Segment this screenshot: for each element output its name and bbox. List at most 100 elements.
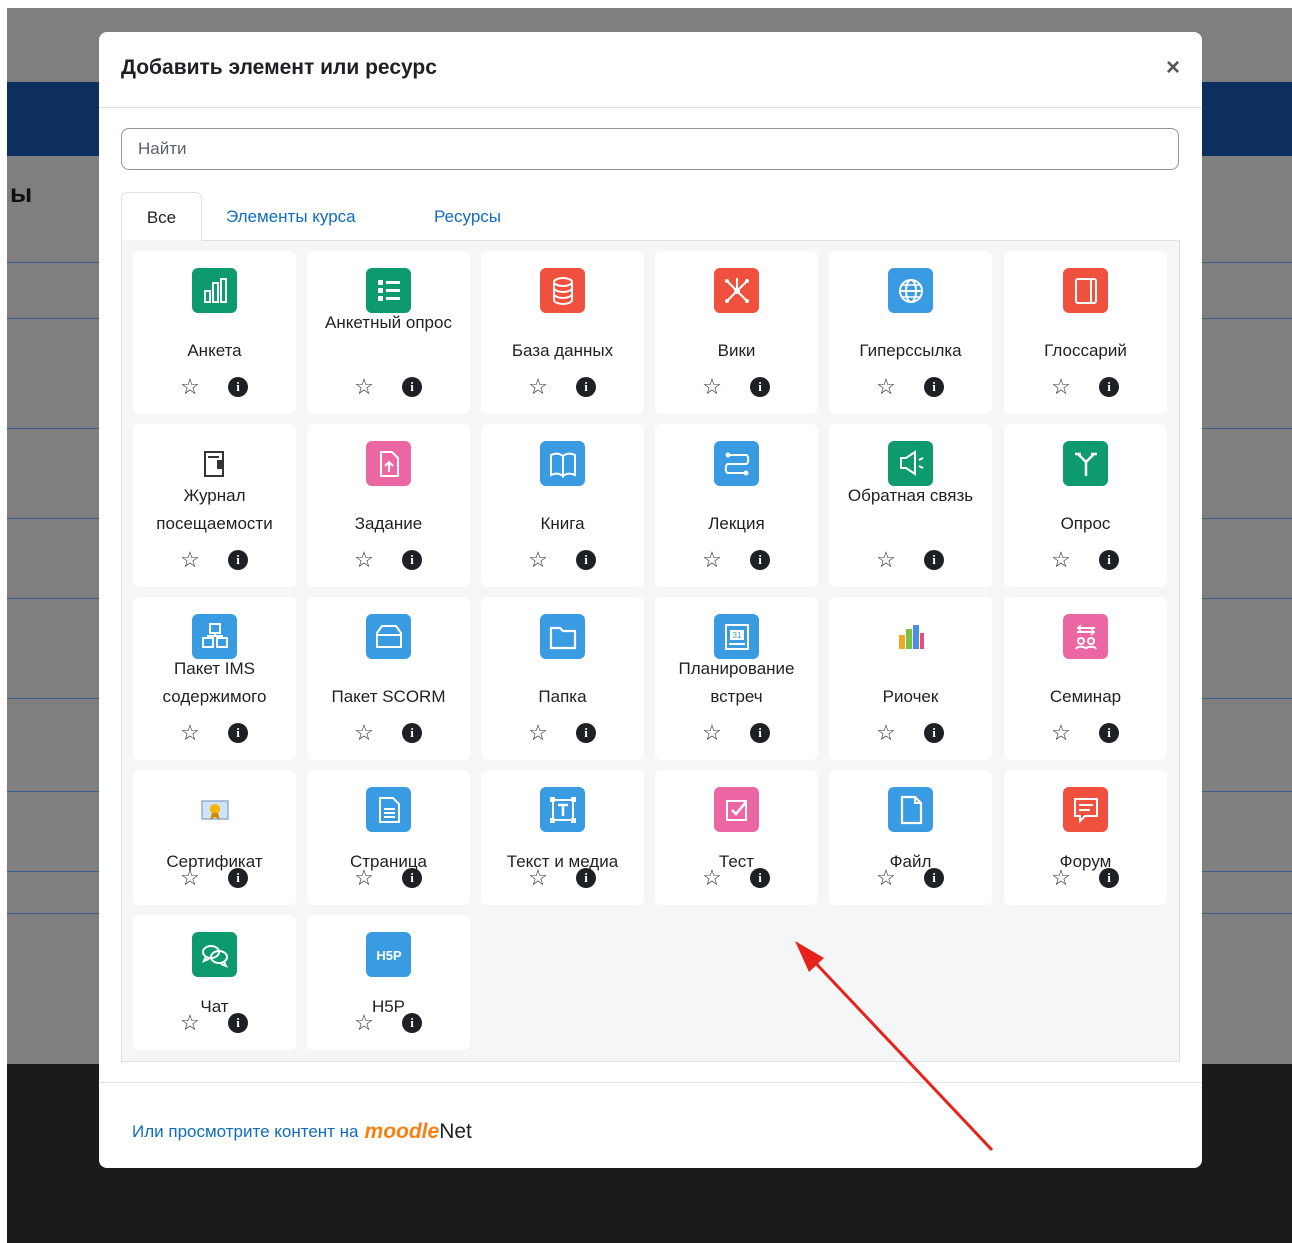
star-icon[interactable]: ☆ xyxy=(352,375,376,399)
activity-card[interactable]: Пакет IMS содержимого ☆ i xyxy=(133,597,296,760)
star-icon[interactable]: ☆ xyxy=(352,721,376,745)
activity-card[interactable]: Риочек ☆ i xyxy=(829,597,992,760)
info-icon[interactable]: i xyxy=(750,868,770,888)
info-icon[interactable]: i xyxy=(576,377,596,397)
info-icon[interactable]: i xyxy=(924,723,944,743)
info-icon[interactable]: i xyxy=(924,377,944,397)
info-icon[interactable]: i xyxy=(402,377,422,397)
page-icon xyxy=(366,787,411,832)
star-icon[interactable]: ☆ xyxy=(1049,375,1073,399)
info-icon[interactable]: i xyxy=(1099,377,1119,397)
info-icon[interactable]: i xyxy=(750,377,770,397)
moodlenet-link[interactable]: Или просмотрите контент на moodleNet xyxy=(132,1121,472,1142)
activity-card[interactable]: 31 Планирование встреч ☆ i xyxy=(655,597,818,760)
activity-card[interactable]: Книга ☆ i xyxy=(481,424,644,587)
star-icon[interactable]: ☆ xyxy=(178,548,202,572)
info-icon[interactable]: i xyxy=(402,1013,422,1033)
activity-card[interactable]: Глоссарий ☆ i xyxy=(1004,251,1167,414)
close-button[interactable]: × xyxy=(1166,56,1180,80)
tab-all[interactable]: Все xyxy=(121,192,202,241)
activity-card[interactable]: Семинар ☆ i xyxy=(1004,597,1167,760)
activity-card[interactable]: Страница ☆ i xyxy=(307,770,470,905)
activity-card[interactable]: Тест ☆ i xyxy=(655,770,818,905)
tab-resources[interactable]: Ресурсы xyxy=(434,192,501,241)
info-icon[interactable]: i xyxy=(228,550,248,570)
info-icon[interactable]: i xyxy=(228,868,248,888)
star-icon[interactable]: ☆ xyxy=(526,375,550,399)
activity-card[interactable]: Сертификат ☆ i xyxy=(133,770,296,905)
activity-card[interactable]: H5P H5P ☆ i xyxy=(307,915,470,1050)
scorm-icon xyxy=(366,614,411,659)
text-media-icon xyxy=(540,787,585,832)
star-icon[interactable]: ☆ xyxy=(700,548,724,572)
activity-card[interactable]: Чат ☆ i xyxy=(133,915,296,1050)
star-icon[interactable]: ☆ xyxy=(352,1011,376,1035)
info-icon[interactable]: i xyxy=(402,550,422,570)
activity-actions: ☆ i xyxy=(133,721,296,745)
activity-card[interactable]: Файл ☆ i xyxy=(829,770,992,905)
info-icon[interactable]: i xyxy=(228,723,248,743)
info-icon[interactable]: i xyxy=(228,377,248,397)
star-icon[interactable]: ☆ xyxy=(874,721,898,745)
star-icon[interactable]: ☆ xyxy=(874,548,898,572)
star-icon[interactable]: ☆ xyxy=(178,866,202,890)
activity-card[interactable]: Вики ☆ i xyxy=(655,251,818,414)
star-icon[interactable]: ☆ xyxy=(700,866,724,890)
info-icon[interactable]: i xyxy=(924,550,944,570)
activity-card[interactable]: Лекция ☆ i xyxy=(655,424,818,587)
activity-actions: ☆ i xyxy=(829,866,992,890)
search-input[interactable] xyxy=(121,128,1179,170)
info-icon[interactable]: i xyxy=(576,550,596,570)
star-icon[interactable]: ☆ xyxy=(352,548,376,572)
star-icon[interactable]: ☆ xyxy=(700,721,724,745)
activity-card[interactable]: Журнал посещаемости ☆ i xyxy=(133,424,296,587)
activity-card[interactable]: Гиперссылка ☆ i xyxy=(829,251,992,414)
activity-actions: ☆ i xyxy=(133,548,296,572)
info-icon[interactable]: i xyxy=(402,723,422,743)
activity-actions: ☆ i xyxy=(307,548,470,572)
info-icon[interactable]: i xyxy=(576,723,596,743)
activity-card[interactable]: Папка ☆ i xyxy=(481,597,644,760)
activity-actions: ☆ i xyxy=(1004,375,1167,399)
activity-card[interactable]: Обратная связь ☆ i xyxy=(829,424,992,587)
activity-card[interactable]: Текст и медиа ☆ i xyxy=(481,770,644,905)
star-icon[interactable]: ☆ xyxy=(352,866,376,890)
activity-card[interactable]: Задание ☆ i xyxy=(307,424,470,587)
activity-card[interactable]: База данных ☆ i xyxy=(481,251,644,414)
activity-actions: ☆ i xyxy=(133,375,296,399)
star-icon[interactable]: ☆ xyxy=(1049,721,1073,745)
add-activity-modal: Добавить элемент или ресурс × Все Элемен… xyxy=(99,32,1202,1168)
info-icon[interactable]: i xyxy=(1099,868,1119,888)
star-icon[interactable]: ☆ xyxy=(526,548,550,572)
activity-card[interactable]: Форум ☆ i xyxy=(1004,770,1167,905)
activity-card[interactable]: Опрос ☆ i xyxy=(1004,424,1167,587)
info-icon[interactable]: i xyxy=(1099,723,1119,743)
info-icon[interactable]: i xyxy=(750,550,770,570)
star-icon[interactable]: ☆ xyxy=(178,1011,202,1035)
activity-card[interactable]: Анкета ☆ i xyxy=(133,251,296,414)
modal-header: Добавить элемент или ресурс × xyxy=(99,32,1202,108)
page-title-fragment: ы xyxy=(10,178,33,208)
activity-card[interactable]: Анкетный опрос ☆ i xyxy=(307,251,470,414)
star-icon[interactable]: ☆ xyxy=(700,375,724,399)
star-icon[interactable]: ☆ xyxy=(1049,866,1073,890)
activity-actions: ☆ i xyxy=(829,721,992,745)
star-icon[interactable]: ☆ xyxy=(1049,548,1073,572)
info-icon[interactable]: i xyxy=(924,868,944,888)
scheduler-icon: 31 xyxy=(714,614,759,659)
info-icon[interactable]: i xyxy=(228,1013,248,1033)
info-icon[interactable]: i xyxy=(402,868,422,888)
star-icon[interactable]: ☆ xyxy=(526,866,550,890)
activity-actions: ☆ i xyxy=(655,375,818,399)
info-icon[interactable]: i xyxy=(1099,550,1119,570)
activity-card[interactable]: Пакет SCORM ☆ i xyxy=(307,597,470,760)
tab-activities[interactable]: Элементы курса xyxy=(226,192,356,241)
star-icon[interactable]: ☆ xyxy=(874,375,898,399)
info-icon[interactable]: i xyxy=(576,868,596,888)
star-icon[interactable]: ☆ xyxy=(526,721,550,745)
star-icon[interactable]: ☆ xyxy=(874,866,898,890)
modal-title: Добавить элемент или ресурс xyxy=(121,56,437,79)
star-icon[interactable]: ☆ xyxy=(178,721,202,745)
info-icon[interactable]: i xyxy=(750,723,770,743)
star-icon[interactable]: ☆ xyxy=(178,375,202,399)
